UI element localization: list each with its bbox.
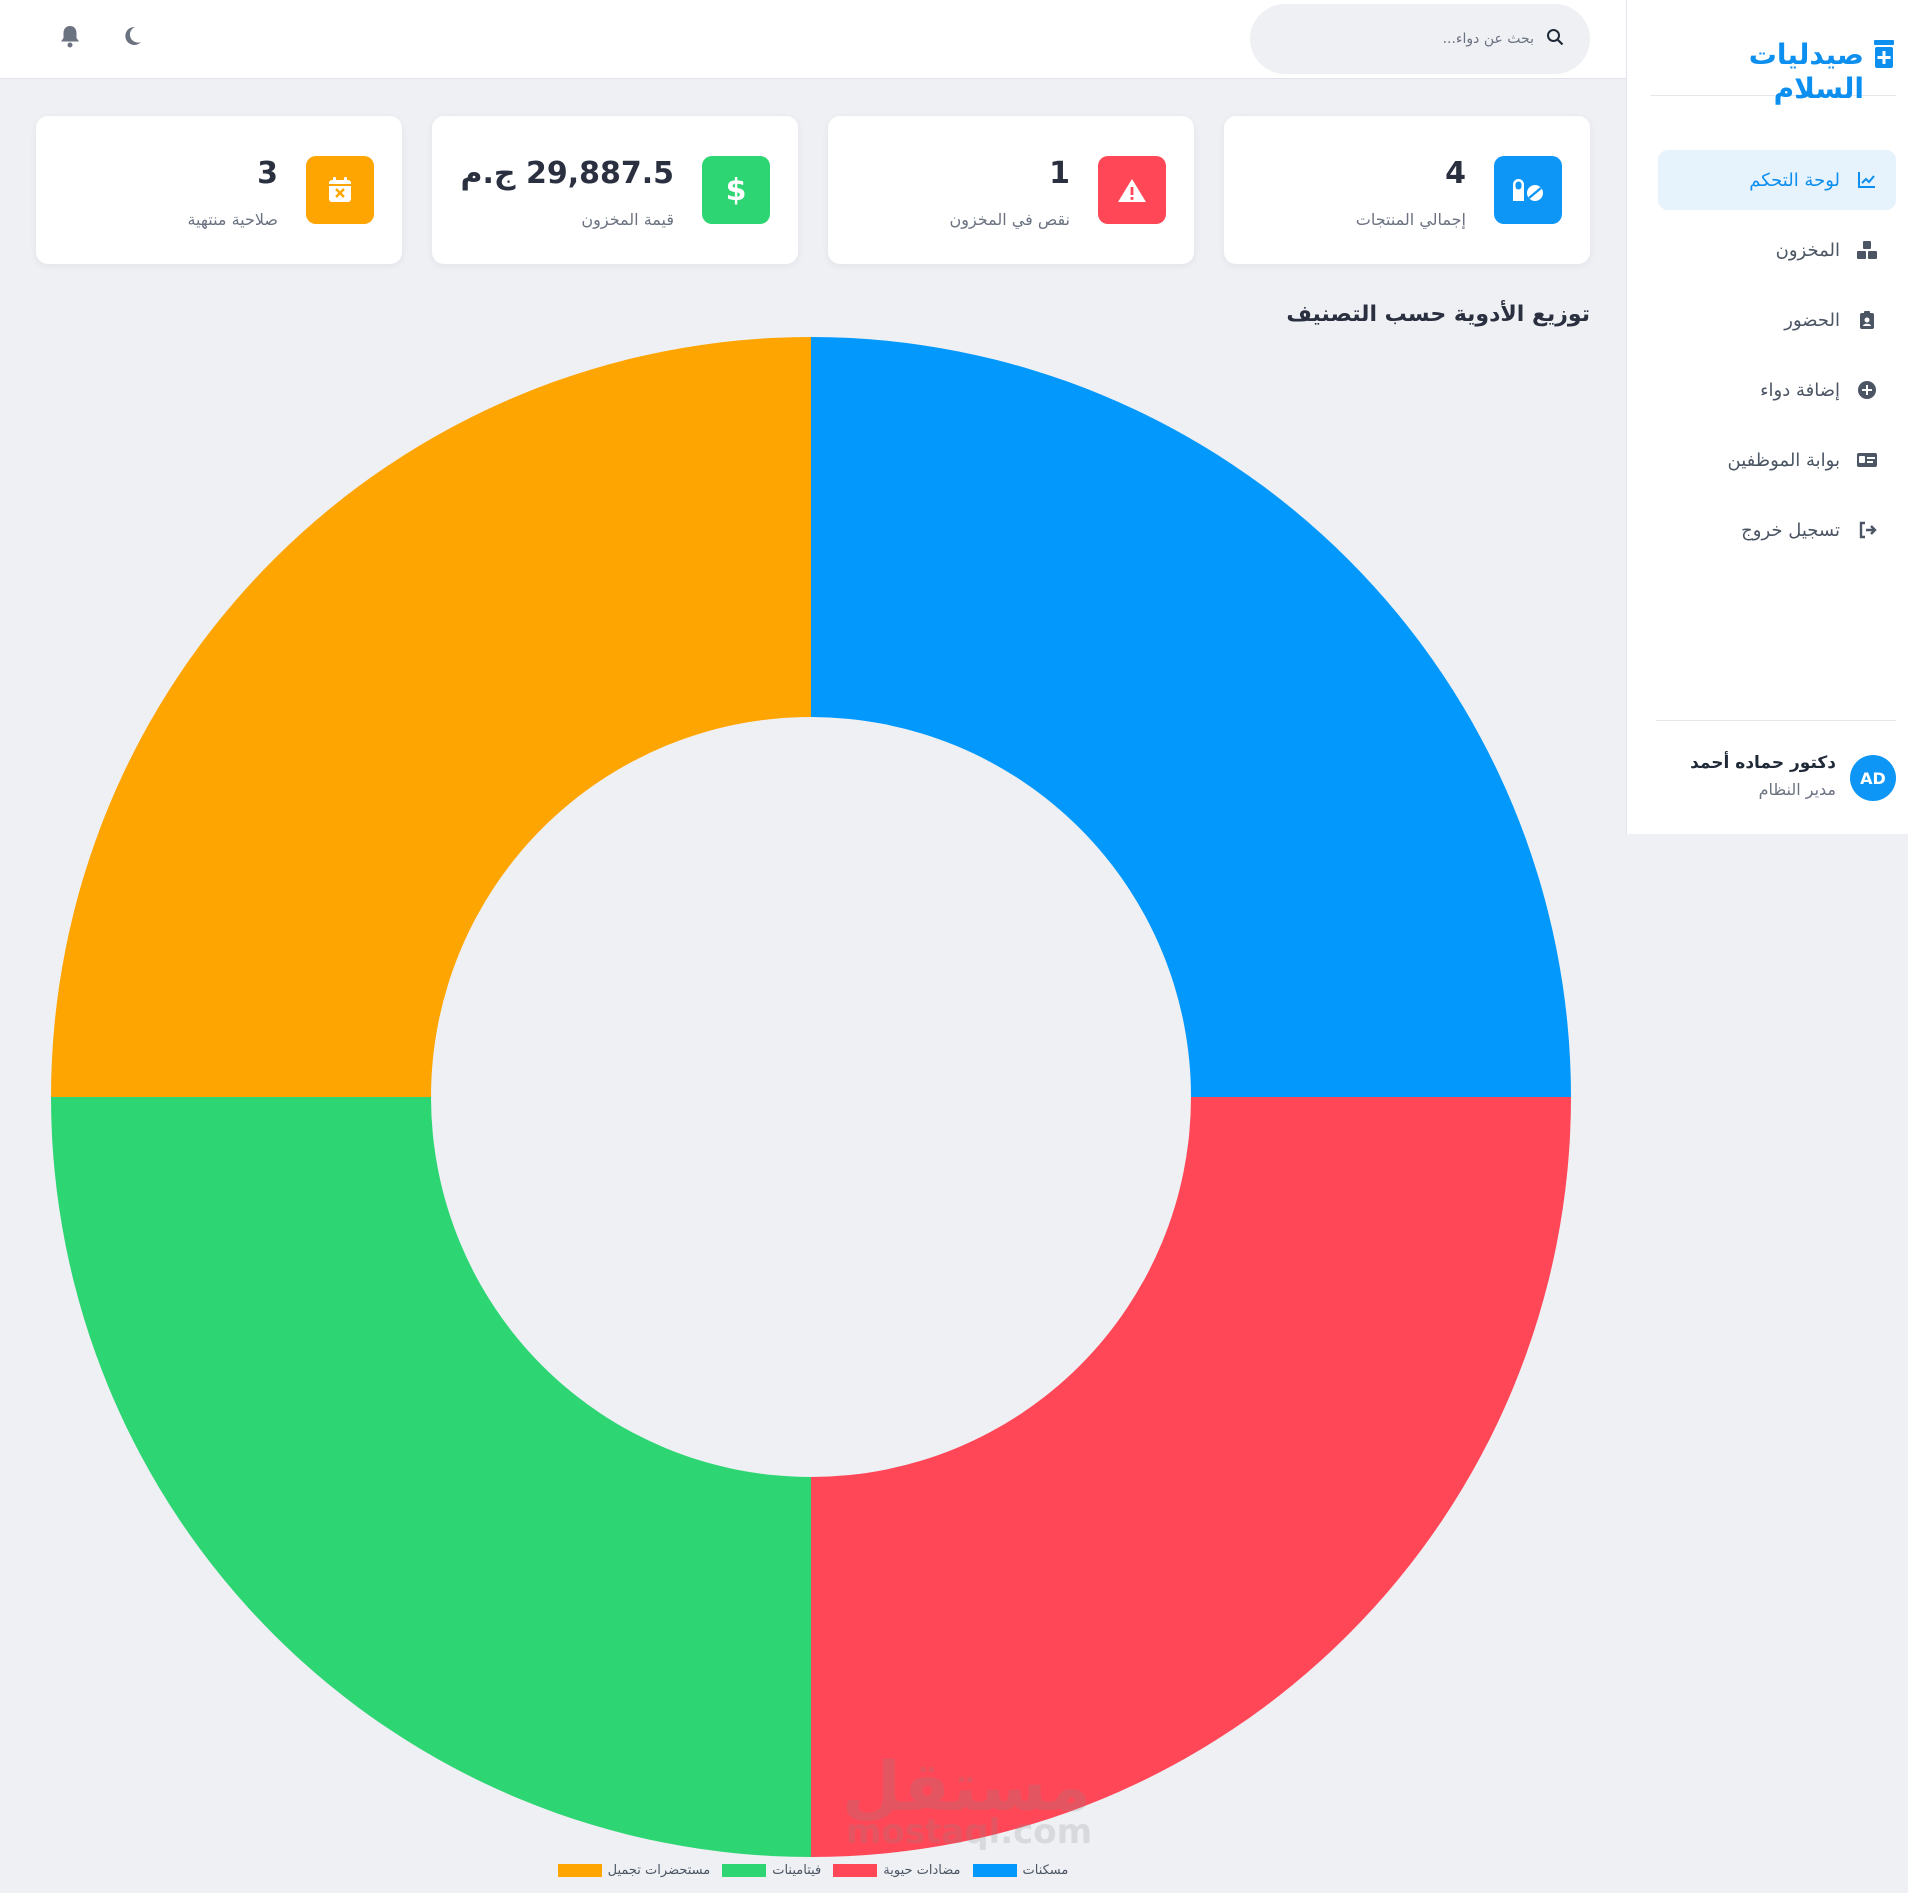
legend-swatch xyxy=(972,1863,1017,1877)
sidebar-item-label: المخزون xyxy=(1775,239,1840,261)
sidebar-item-label: لوحة التحكم xyxy=(1749,169,1840,191)
sidebar-item-logout[interactable]: تسجيل خروج xyxy=(1658,500,1896,560)
user-info: دكتور حماده أحمد مدير النظام xyxy=(1690,751,1836,805)
sidebar-item-dashboard[interactable]: لوحة التحكم xyxy=(1658,150,1896,210)
brand[interactable]: صيدليات السلام xyxy=(1650,30,1896,105)
donut-chart xyxy=(51,337,1571,1857)
sidebar-item-label: تسجيل خروج xyxy=(1741,519,1840,541)
donut-slice[interactable] xyxy=(51,1097,811,1857)
sidebar-item-label: إضافة دواء xyxy=(1760,379,1840,401)
user-name: دكتور حماده أحمد xyxy=(1690,753,1836,773)
sidebar-item-attendance[interactable]: الحضور xyxy=(1658,290,1896,350)
chart-line-icon xyxy=(1856,169,1878,191)
brand-name: صيدليات السلام xyxy=(1748,38,1865,105)
legend-swatch xyxy=(722,1863,767,1877)
sidebar-item-label: بوابة الموظفين xyxy=(1727,449,1840,471)
legend-item[interactable]: مضادات حيوية xyxy=(833,1862,961,1878)
user-role: مدير النظام xyxy=(1758,780,1836,799)
legend-label: فيتامينات xyxy=(772,1862,822,1878)
donut-slice[interactable] xyxy=(811,1097,1571,1857)
legend-item[interactable]: مستحضرات تجميل xyxy=(557,1862,711,1878)
sidebar-item-add-medicine[interactable]: إضافة دواء xyxy=(1658,360,1896,420)
sidebar-item-employee-portal[interactable]: بوابة الموظفين xyxy=(1658,430,1896,490)
sidebar-item-inventory[interactable]: المخزون xyxy=(1658,220,1896,280)
legend-swatch xyxy=(833,1863,878,1877)
chart-legend: مسكنات مضادات حيوية فيتامينات مستحضرات تجمي… xyxy=(0,1858,1626,1882)
logout-icon xyxy=(1856,519,1878,541)
donut-slice[interactable] xyxy=(811,337,1571,1097)
legend-item[interactable]: فيتامينات xyxy=(722,1863,821,1878)
pharmacy-icon xyxy=(1872,38,1896,70)
clipboard-user-icon xyxy=(1856,309,1878,331)
sidebar-item-label: الحضور xyxy=(1784,309,1840,331)
legend-swatch xyxy=(557,1863,602,1877)
donut-slice[interactable] xyxy=(51,337,811,1097)
legend-label: مسكنات xyxy=(1022,1862,1069,1878)
legend-label: مستحضرات تجميل xyxy=(607,1862,711,1878)
sidebar: صيدليات السلام لوحة التحكم المخزون الحضو… xyxy=(1626,0,1908,834)
sidebar-nav: لوحة التحكم المخزون الحضور إضافة دواء بو… xyxy=(1658,150,1896,570)
user-profile[interactable]: AD دكتور حماده أحمد مدير النظام xyxy=(1656,720,1896,805)
id-card-icon xyxy=(1856,449,1878,471)
avatar: AD xyxy=(1850,755,1896,801)
legend-item[interactable]: مسكنات xyxy=(972,1862,1069,1878)
boxes-icon xyxy=(1856,239,1878,261)
plus-circle-icon xyxy=(1856,379,1878,401)
legend-label: مضادات حيوية xyxy=(883,1862,961,1878)
